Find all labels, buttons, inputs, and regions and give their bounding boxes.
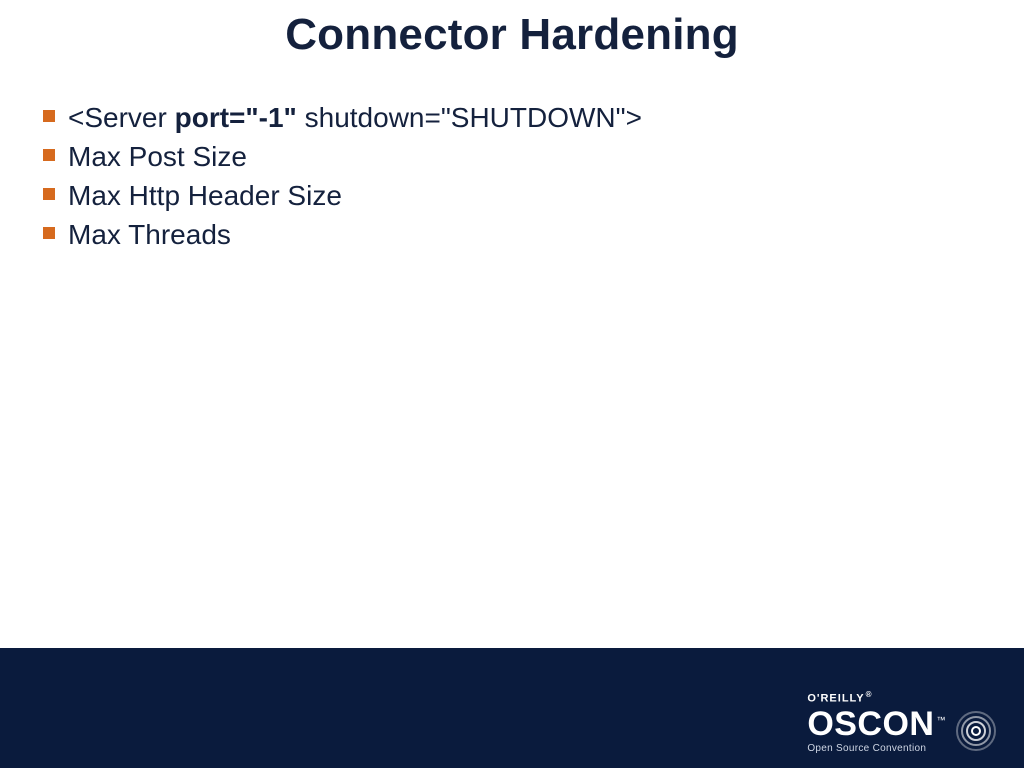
logo-brand-main-text: OSCON	[807, 705, 934, 743]
bullet-text: Max Http Header Size	[68, 180, 342, 211]
bullet-text-suffix: shutdown="SHUTDOWN">	[297, 102, 642, 133]
registered-icon: ®	[866, 690, 873, 699]
list-item: <Server port="-1" shutdown="SHUTDOWN">	[40, 98, 984, 137]
concentric-rings-icon	[956, 711, 996, 751]
bullet-square-icon	[43, 227, 55, 239]
logo-text-block: OSCON™ Open Source Convention	[807, 707, 946, 754]
bullet-text: Max Post Size	[68, 141, 247, 172]
bullet-text-bold: port="-1"	[175, 102, 297, 133]
bullet-text: Max Threads	[68, 219, 231, 250]
logo-brand-main: OSCON™	[807, 707, 946, 741]
footer-bar: O'REILLY® OSCON™ Open Source Convention	[0, 648, 1024, 768]
oscon-logo: O'REILLY® OSCON™ Open Source Convention	[807, 690, 996, 754]
list-item: Max Threads	[40, 215, 984, 254]
bullet-square-icon	[43, 110, 55, 122]
bullet-square-icon	[43, 188, 55, 200]
bullet-square-icon	[43, 149, 55, 161]
slide: Connector Hardening <Server port="-1" sh…	[0, 0, 1024, 768]
logo-brand-top-text: O'REILLY	[807, 693, 864, 705]
bullet-text-prefix: <Server	[68, 102, 175, 133]
logo-main-row: OSCON™ Open Source Convention	[807, 707, 996, 754]
list-item: Max Post Size	[40, 137, 984, 176]
logo-brand-top: O'REILLY®	[807, 690, 996, 705]
content-area: <Server port="-1" shutdown="SHUTDOWN"> M…	[40, 98, 984, 254]
trademark-icon: ™	[937, 715, 947, 725]
slide-title: Connector Hardening	[0, 10, 1024, 60]
list-item: Max Http Header Size	[40, 176, 984, 215]
logo-subtitle: Open Source Convention	[807, 743, 946, 754]
bullet-list: <Server port="-1" shutdown="SHUTDOWN"> M…	[40, 98, 984, 254]
